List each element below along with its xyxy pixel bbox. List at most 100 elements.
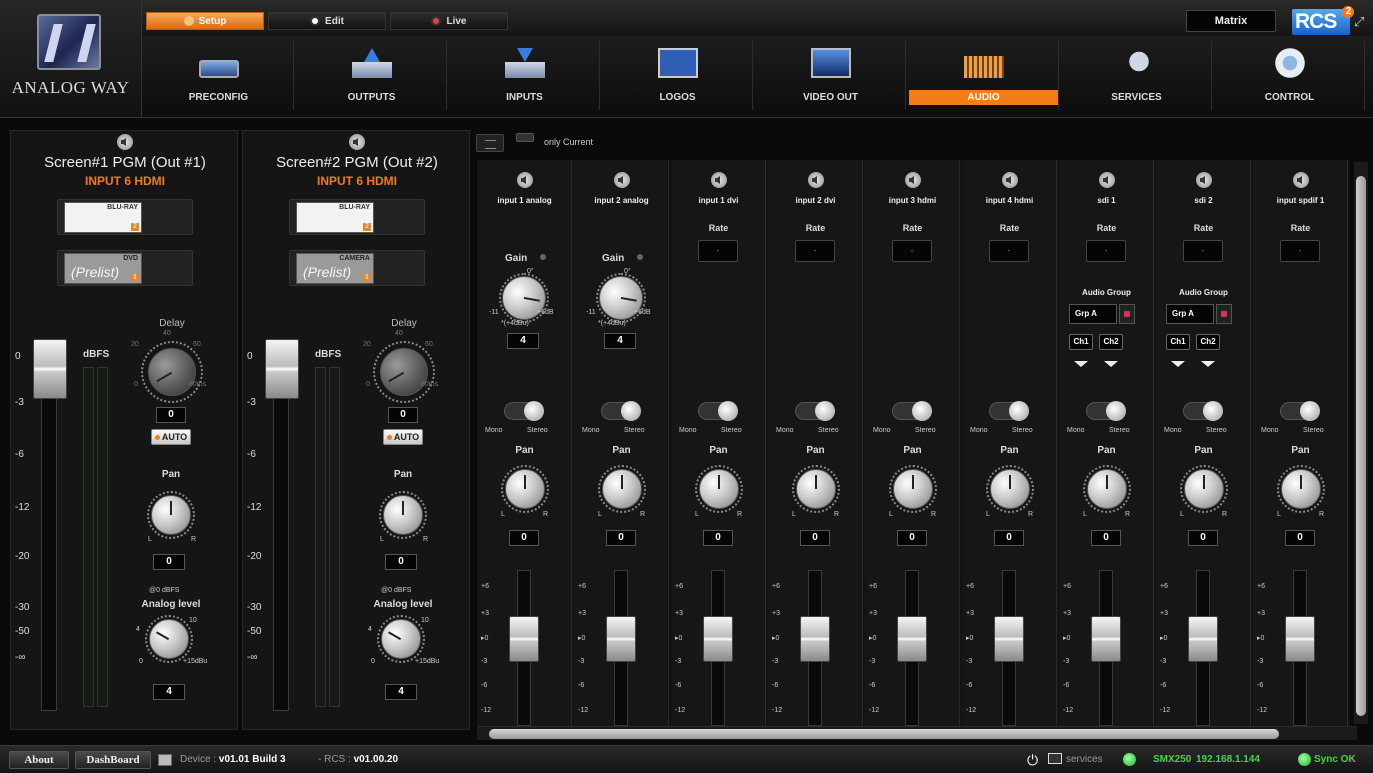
audio-group-select[interactable]: Grp A [1166, 304, 1214, 324]
pan-knob[interactable] [1087, 469, 1127, 509]
channel-fader-handle[interactable] [897, 616, 927, 662]
pan-knob[interactable] [893, 469, 933, 509]
pan-knob[interactable] [1184, 469, 1224, 509]
delay-value[interactable]: 0 [388, 407, 418, 423]
speaker-icon[interactable] [517, 172, 533, 188]
nav-outputs[interactable]: OUTPUTS [297, 40, 447, 110]
pan-knob[interactable] [151, 495, 191, 535]
services-monitor-icon[interactable] [1048, 753, 1062, 764]
preview-preset[interactable]: CAMERA (Prelist) 1 [289, 250, 425, 286]
ch2-button[interactable]: Ch2 [1196, 334, 1220, 350]
pan-value[interactable]: 0 [606, 530, 636, 546]
ch1-chevron-down-icon[interactable] [1171, 361, 1185, 367]
preview-preset[interactable]: DVD (Prelist) 1 [57, 250, 193, 286]
mono-stereo-toggle[interactable] [989, 401, 1029, 421]
speaker-icon[interactable] [1002, 172, 1018, 188]
pan-knob[interactable] [699, 469, 739, 509]
pan-knob[interactable] [796, 469, 836, 509]
mono-stereo-toggle[interactable] [698, 401, 738, 421]
pan-value[interactable]: 0 [994, 530, 1024, 546]
mode-tab-edit[interactable]: Edit [268, 12, 386, 30]
horizontal-scroll-thumb[interactable] [489, 729, 1279, 739]
gain-value[interactable]: 4 [507, 333, 539, 349]
vertical-scroll-thumb[interactable] [1356, 176, 1366, 716]
channel-fader-handle[interactable] [1188, 616, 1218, 662]
delay-knob[interactable] [380, 348, 428, 396]
channel-fader-handle[interactable] [606, 616, 636, 662]
auto-delay-button[interactable]: AUTO [151, 429, 191, 445]
pan-value[interactable]: 0 [703, 530, 733, 546]
speaker-icon[interactable] [1196, 172, 1212, 188]
speaker-icon[interactable] [1293, 172, 1309, 188]
nav-inputs[interactable]: INPUTS [450, 40, 600, 110]
speaker-icon[interactable] [905, 172, 921, 188]
pan-knob[interactable] [990, 469, 1030, 509]
delay-knob[interactable] [148, 348, 196, 396]
ch1-button[interactable]: Ch1 [1166, 334, 1190, 350]
analog-level-knob[interactable] [381, 619, 421, 659]
horizontal-scrollbar[interactable] [477, 726, 1357, 740]
mono-stereo-toggle[interactable] [1280, 401, 1320, 421]
speaker-icon[interactable] [117, 134, 133, 150]
mono-stereo-toggle[interactable] [892, 401, 932, 421]
pan-value[interactable]: 0 [1188, 530, 1218, 546]
preview-program[interactable]: BLU-RAY 2 [57, 199, 193, 235]
power-icon[interactable]: ⏻ [1027, 752, 1038, 769]
preview-program[interactable]: BLU-RAY 2 [289, 199, 425, 235]
analog-level-value[interactable]: 4 [153, 684, 185, 700]
mode-tab-live[interactable]: Live [390, 12, 508, 30]
pan-value[interactable]: 0 [153, 554, 185, 570]
channel-fader-handle[interactable] [800, 616, 830, 662]
vertical-scrollbar[interactable] [1354, 162, 1368, 724]
channel-fader-handle[interactable] [994, 616, 1024, 662]
speaker-icon[interactable] [1099, 172, 1115, 188]
speaker-icon[interactable] [614, 172, 630, 188]
about-button[interactable]: About [9, 751, 69, 769]
dashboard-button[interactable]: DashBoard [75, 751, 151, 769]
pan-value[interactable]: 0 [897, 530, 927, 546]
mono-stereo-toggle[interactable] [1183, 401, 1223, 421]
audio-group-select[interactable]: Grp A [1069, 304, 1117, 324]
services-label[interactable]: services [1066, 754, 1103, 765]
analog-level-knob[interactable] [149, 619, 189, 659]
mono-stereo-toggle[interactable] [601, 401, 641, 421]
speaker-icon[interactable] [808, 172, 824, 188]
mode-tab-setup[interactable]: Setup [146, 12, 264, 30]
fullscreen-icon[interactable]: ⤢ [1354, 14, 1364, 30]
pan-value[interactable]: 0 [1091, 530, 1121, 546]
pan-knob[interactable] [505, 469, 545, 509]
speaker-icon[interactable] [349, 134, 365, 150]
master-fader-handle[interactable] [265, 339, 299, 399]
only-current-toggle[interactable] [516, 133, 534, 142]
pan-value[interactable]: 0 [509, 530, 539, 546]
ch2-chevron-down-icon[interactable] [1201, 361, 1215, 367]
nav-preconfig[interactable]: PRECONFIG [144, 40, 294, 110]
matrix-button[interactable]: Matrix [1186, 10, 1276, 32]
delay-value[interactable]: 0 [156, 407, 186, 423]
nav-control[interactable]: CONTROL [1215, 40, 1365, 110]
pan-knob[interactable] [602, 469, 642, 509]
speaker-icon[interactable] [711, 172, 727, 188]
mono-stereo-toggle[interactable] [1086, 401, 1126, 421]
mono-stereo-toggle[interactable] [795, 401, 835, 421]
channel-fader-handle[interactable] [1285, 616, 1315, 662]
ch2-chevron-down-icon[interactable] [1104, 361, 1118, 367]
dashboard-icon[interactable] [158, 754, 172, 766]
ch1-chevron-down-icon[interactable] [1074, 361, 1088, 367]
pan-value[interactable]: 0 [1285, 530, 1315, 546]
analog-level-value[interactable]: 4 [385, 684, 417, 700]
ch2-button[interactable]: Ch2 [1099, 334, 1123, 350]
nav-video-out[interactable]: VIDEO OUT [756, 40, 906, 110]
pan-knob[interactable] [1281, 469, 1321, 509]
master-fader-track[interactable] [273, 359, 289, 711]
gain-value[interactable]: 4 [604, 333, 636, 349]
master-fader-track[interactable] [41, 359, 57, 711]
list-view-button[interactable] [476, 134, 504, 152]
pan-value[interactable]: 0 [385, 554, 417, 570]
mono-stereo-toggle[interactable] [504, 401, 544, 421]
channel-fader-handle[interactable] [1091, 616, 1121, 662]
master-fader-handle[interactable] [33, 339, 67, 399]
channel-fader-handle[interactable] [703, 616, 733, 662]
auto-delay-button[interactable]: AUTO [383, 429, 423, 445]
nav-services[interactable]: SERVICES [1062, 40, 1212, 110]
